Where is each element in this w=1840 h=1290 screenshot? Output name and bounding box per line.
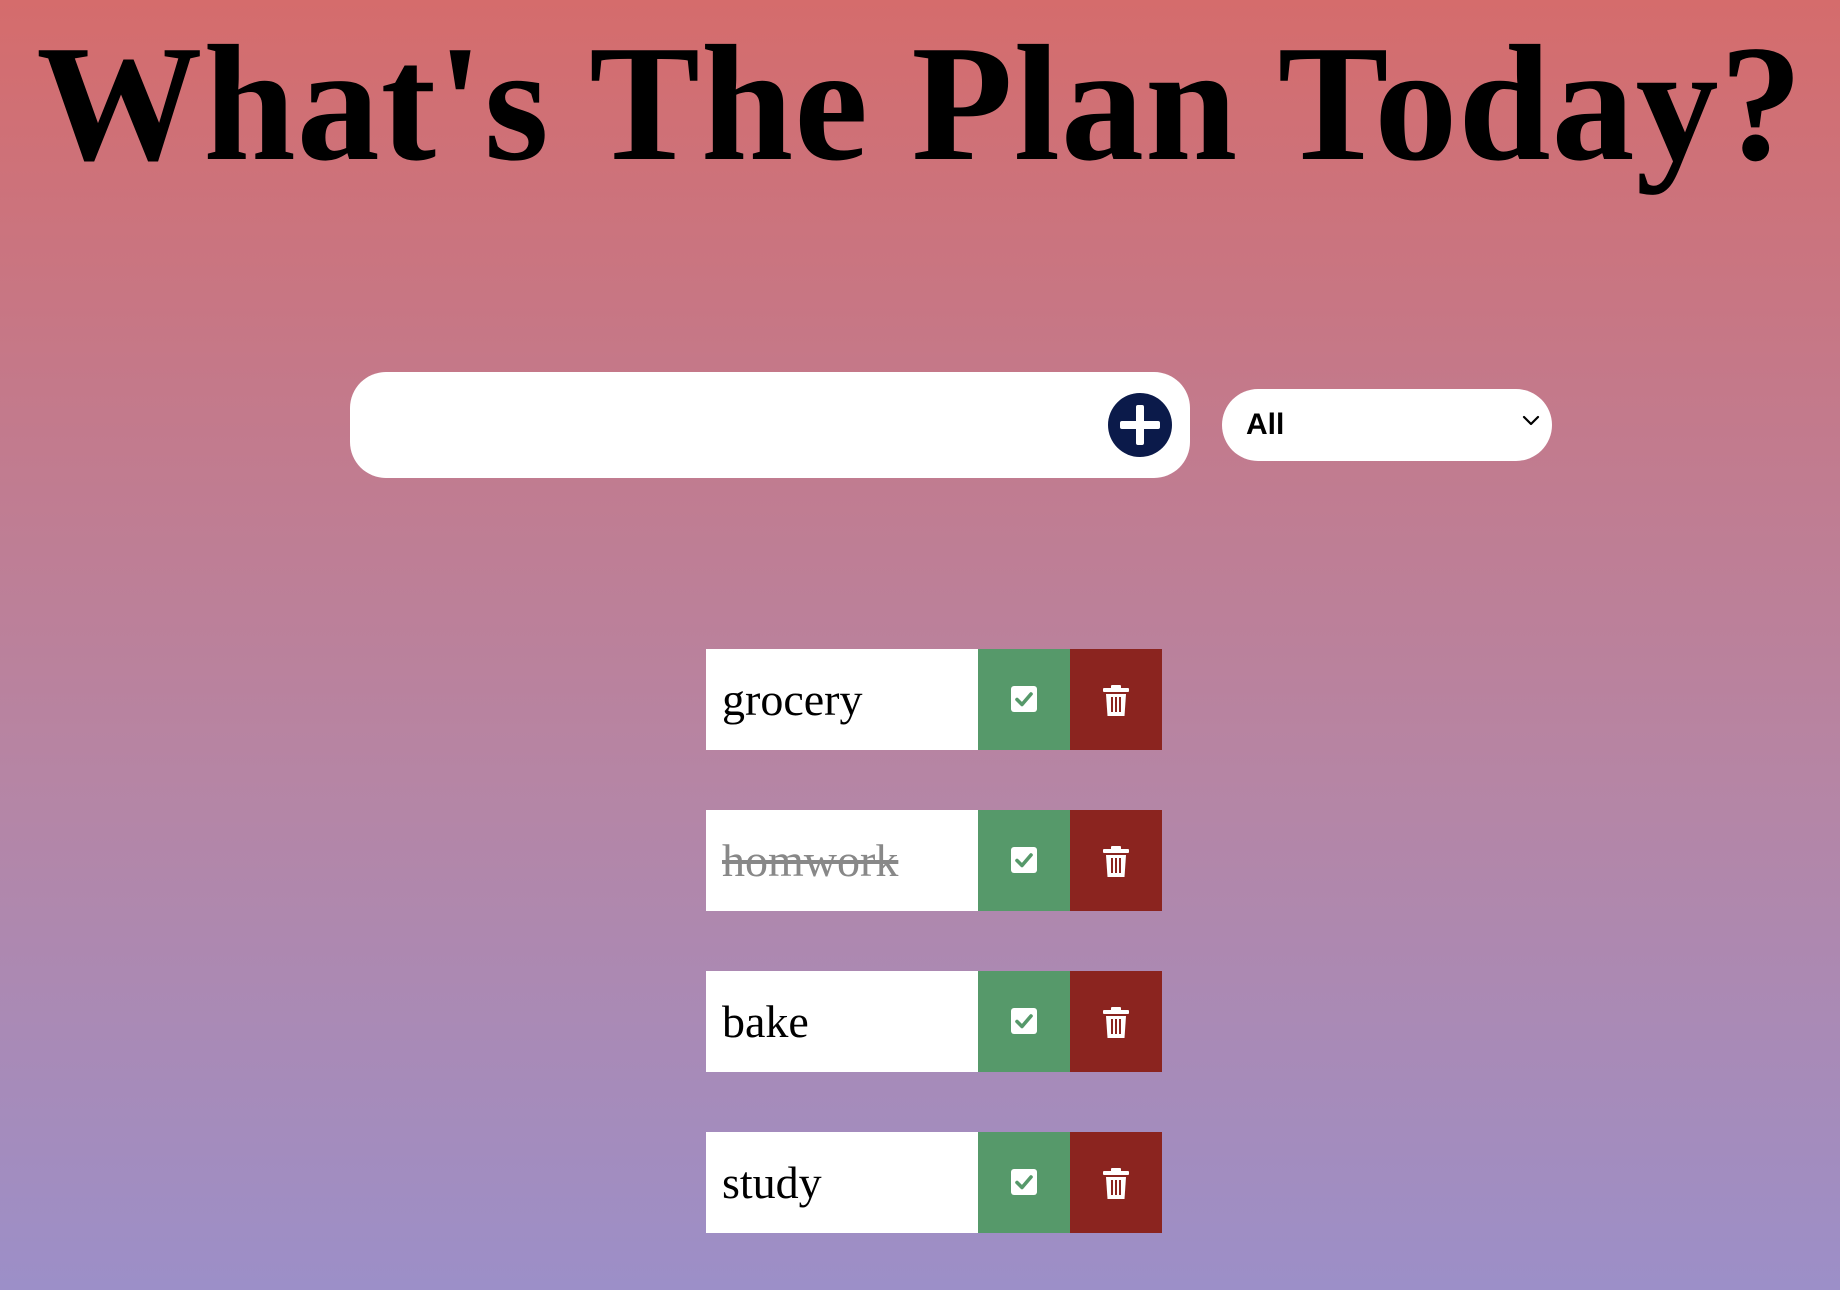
delete-button[interactable] — [1070, 971, 1162, 1072]
plus-circle-icon — [1120, 405, 1160, 445]
todo-input-container — [350, 372, 1190, 478]
todo-item: homwork — [706, 810, 1162, 911]
todo-text: grocery — [706, 649, 978, 750]
complete-button[interactable] — [978, 810, 1070, 911]
todo-item: grocery — [706, 649, 1162, 750]
trash-icon — [1103, 1007, 1129, 1038]
chevron-down-icon — [1522, 415, 1540, 426]
complete-button[interactable] — [978, 971, 1070, 1072]
check-square-icon — [1011, 847, 1037, 873]
trash-icon — [1103, 685, 1129, 716]
todo-text: homwork — [706, 810, 978, 911]
delete-button[interactable] — [1070, 649, 1162, 750]
todo-item: bake — [706, 971, 1162, 1072]
check-square-icon — [1011, 1169, 1037, 1195]
delete-button[interactable] — [1070, 810, 1162, 911]
delete-button[interactable] — [1070, 1132, 1162, 1233]
todo-item: study — [706, 1132, 1162, 1233]
filter-selected-value: All — [1246, 408, 1285, 441]
todo-input[interactable] — [378, 394, 1102, 458]
check-square-icon — [1011, 686, 1037, 712]
todo-text: bake — [706, 971, 978, 1072]
trash-icon — [1103, 846, 1129, 877]
trash-icon — [1103, 1168, 1129, 1199]
add-todo-button[interactable] — [1108, 393, 1172, 457]
complete-button[interactable] — [978, 1132, 1070, 1233]
todo-text: study — [706, 1132, 978, 1233]
filter-select[interactable]: All — [1222, 389, 1552, 461]
page-title: What's The Plan Today? — [36, 11, 1804, 195]
complete-button[interactable] — [978, 649, 1070, 750]
check-square-icon — [1011, 1008, 1037, 1034]
